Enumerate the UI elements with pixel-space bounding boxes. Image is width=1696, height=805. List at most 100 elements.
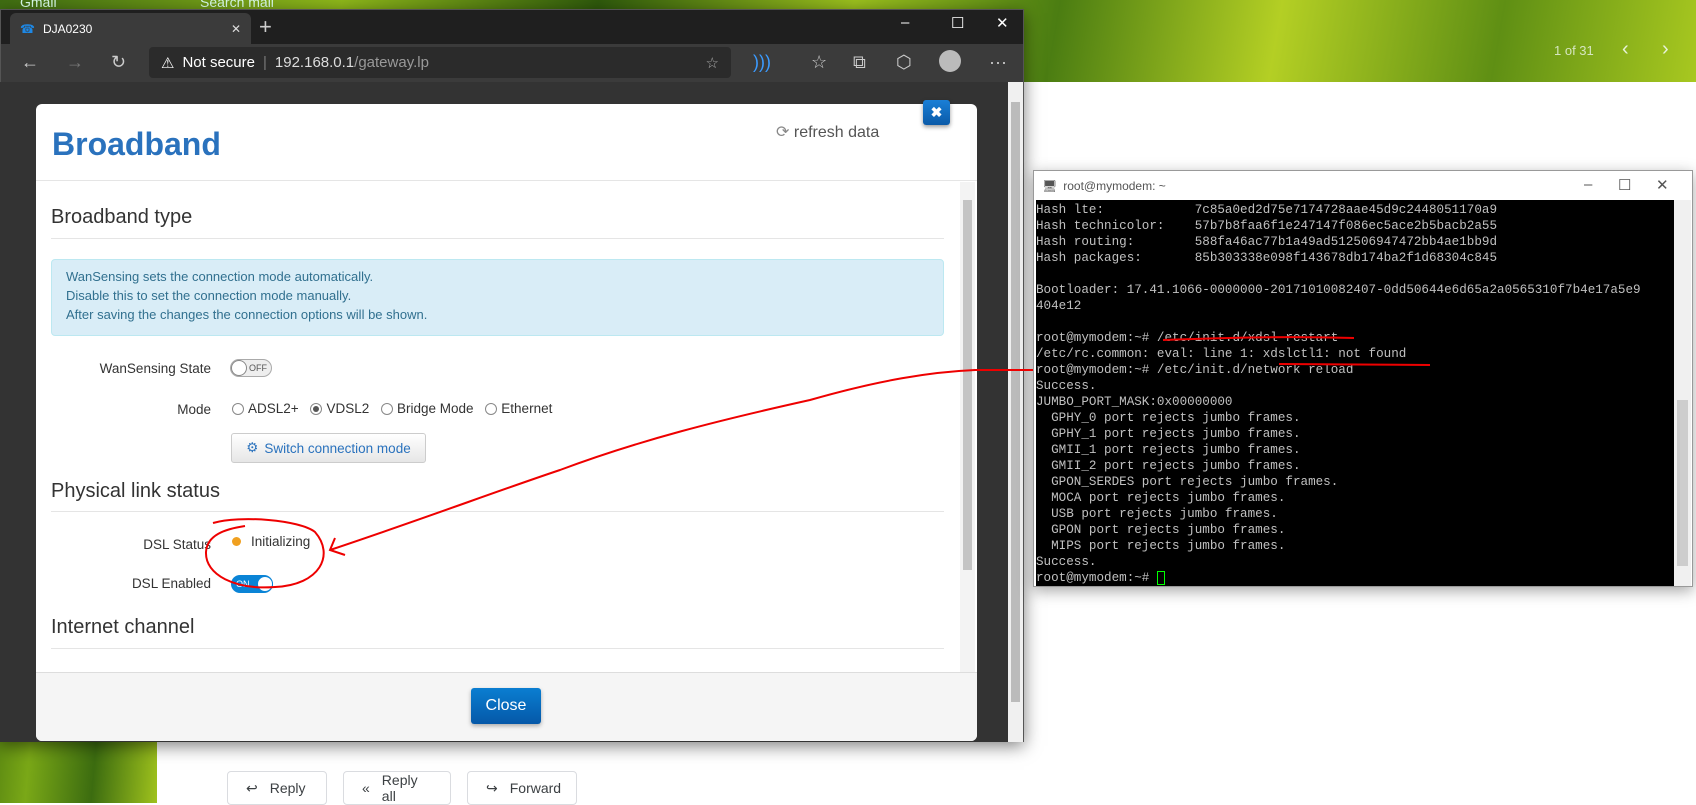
toggle-state: ON — [236, 579, 250, 589]
email-pager: 1 of 31 — [1554, 43, 1594, 58]
mode-label: Mode — [177, 402, 211, 417]
forward-button[interactable]: ↪ Forward — [467, 771, 577, 805]
dsl-enabled-label: DSL Enabled — [131, 576, 211, 591]
next-email-icon[interactable]: › — [1662, 38, 1669, 61]
radio-ethernet[interactable]: Ethernet — [485, 401, 552, 416]
refresh-data-link[interactable]: ⟳ refresh data — [776, 122, 879, 142]
terminal-line: Bootloader: 17.41.1066-0000000-201710100… — [1036, 283, 1641, 297]
toggle-knob — [231, 360, 247, 376]
modal-title: Broadband — [52, 126, 221, 162]
close-tab-icon[interactable]: ✕ — [231, 22, 241, 36]
forward-label: Forward — [509, 780, 562, 796]
modal-scrollbar[interactable] — [960, 182, 975, 672]
favorites-icon[interactable]: ☆ — [811, 52, 827, 73]
refresh-icon: ⟳ — [776, 124, 790, 141]
toggle-state: OFF — [249, 363, 267, 373]
dsl-enabled-toggle[interactable]: ON — [231, 575, 273, 593]
radio-vdsl2[interactable]: VDSL2 — [310, 401, 369, 416]
mode-radio-group: ADSL2+ VDSL2 Bridge Mode Ethernet — [232, 401, 560, 418]
switch-connection-mode-button[interactable]: ⚙ Switch connection mode — [231, 433, 426, 463]
terminal-line: GPON port rejects jumbo frames. — [1036, 523, 1286, 537]
extension-icon[interactable]: ⬡ — [896, 52, 912, 73]
forward-icon: ↪ — [486, 779, 498, 796]
forward-nav-icon[interactable]: → — [66, 52, 84, 73]
section-physical-link: Physical link status — [51, 480, 220, 502]
terminal-line: GPON_SERDES port rejects jumbo frames. — [1036, 475, 1339, 489]
maximize-icon[interactable]: ☐ — [1618, 176, 1631, 194]
terminal-line: USB port rejects jumbo frames. — [1036, 507, 1278, 521]
terminal-cursor — [1156, 570, 1165, 585]
terminal-line: GPHY_1 port rejects jumbo frames. — [1036, 427, 1301, 441]
putty-icon: 🖥 — [1042, 178, 1058, 193]
terminal-line: root@mymodem:~# /etc/init.d/xdsl restart — [1036, 331, 1339, 345]
terminal-line: Hash technicolor: 57b7b8faa6f1e247147f08… — [1036, 219, 1498, 233]
info-line: Disable this to set the connection mode … — [66, 288, 352, 303]
profile-avatar[interactable] — [939, 50, 961, 72]
modal-close-icon[interactable]: ✖ — [923, 100, 950, 125]
new-tab-icon[interactable]: + — [259, 14, 272, 40]
reply-all-icon: « — [362, 780, 370, 796]
toggle-knob — [257, 576, 273, 592]
collections-icon[interactable]: ⧉ — [853, 52, 866, 73]
prev-email-icon[interactable]: ‹ — [1622, 38, 1629, 61]
address-bar[interactable]: ⚠ Not secure | 192.168.0.1/gateway.lp ☆ — [149, 47, 731, 78]
tab-title: DJA0230 — [42, 21, 93, 36]
browser-toolbar: ← → ↻ ⚠ Not secure | 192.168.0.1/gateway… — [1, 44, 1023, 83]
section-divider — [51, 648, 944, 649]
info-alert: WanSensing sets the connection mode auto… — [51, 259, 944, 336]
read-aloud-icon[interactable]: ))) — [753, 52, 771, 73]
terminal-output[interactable]: Hash lte: 7c85a0ed2d75e7174728aae45d9c24… — [1036, 200, 1674, 586]
close-button[interactable]: Close — [471, 688, 541, 724]
terminal-line: root@mymodem:~# /etc/init.d/network relo… — [1036, 363, 1354, 377]
refresh-label: refresh data — [793, 124, 880, 141]
terminal-title: root@mymodem: ~ — [1063, 178, 1166, 193]
terminal-line: Hash lte: 7c85a0ed2d75e7174728aae45d9c24… — [1036, 203, 1498, 217]
address-separator: | — [263, 54, 267, 71]
reply-button[interactable]: ↩ Reply — [227, 771, 327, 805]
tab-bar: ☎ DJA0230 ✕ + – ☐ ✕ — [1, 10, 1023, 44]
more-menu-icon[interactable]: ··· — [989, 52, 1007, 73]
terminal-line: /etc/rc.common: eval: line 1: xdslctl1: … — [1036, 347, 1407, 361]
terminal-window: 🖥 root@mymodem: ~ – ☐ ✕ Hash lte: 7c85a0… — [1033, 170, 1693, 587]
window-close-icon[interactable]: ✕ — [996, 14, 1009, 32]
section-internet-channel: Internet channel — [51, 616, 195, 638]
browser-scrollbar[interactable] — [1008, 82, 1023, 742]
terminal-prompt[interactable]: root@mymodem:~# — [1036, 570, 1674, 586]
modal-footer: Close — [36, 672, 977, 741]
back-icon[interactable]: ← — [21, 52, 39, 73]
reply-label: Reply — [269, 780, 306, 796]
dsl-status-label: DSL Status — [143, 537, 211, 552]
minimize-icon[interactable]: – — [901, 14, 909, 31]
terminal-line: MIPS port rejects jumbo frames. — [1036, 539, 1286, 553]
terminal-line: Success. — [1036, 379, 1097, 393]
terminal-line: Success. — [1036, 555, 1097, 569]
terminal-line: 404e12 — [1036, 299, 1082, 313]
warning-icon: ⚠ — [161, 54, 175, 72]
reply-all-label: Reply all — [381, 772, 418, 804]
terminal-line: GMII_2 port rejects jumbo frames. — [1036, 459, 1301, 473]
gear-icon: ⚙ — [246, 440, 259, 455]
section-divider — [51, 238, 944, 239]
radio-bridge-mode[interactable]: Bridge Mode — [380, 401, 474, 416]
site-favicon-icon: ☎ — [20, 21, 35, 36]
terminal-line: MOCA port rejects jumbo frames. — [1036, 491, 1286, 505]
wansensing-toggle[interactable]: OFF — [230, 359, 272, 377]
terminal-line: GMII_1 port rejects jumbo frames. — [1036, 443, 1301, 457]
terminal-line: JUMBO_PORT_MASK:0x00000000 — [1036, 395, 1233, 409]
minimize-icon[interactable]: – — [1584, 176, 1592, 193]
terminal-titlebar: 🖥 root@mymodem: ~ – ☐ ✕ — [1034, 171, 1692, 200]
security-label[interactable]: Not secure — [182, 54, 255, 71]
terminal-line: GPHY_0 port rejects jumbo frames. — [1036, 411, 1301, 425]
reload-icon[interactable]: ↻ — [111, 52, 126, 73]
window-close-icon[interactable]: ✕ — [1656, 176, 1669, 194]
radio-adsl2plus[interactable]: ADSL2+ — [232, 401, 299, 416]
broadband-modal: Broadband ⟳ refresh data Broadband type … — [36, 104, 977, 741]
add-favorite-icon[interactable]: ☆ — [706, 54, 719, 72]
browser-tab[interactable]: ☎ DJA0230 ✕ — [10, 13, 251, 44]
reply-all-button[interactable]: « Reply all — [343, 771, 451, 805]
switch-button-label: Switch connection mode — [264, 440, 411, 456]
maximize-icon[interactable]: ☐ — [951, 14, 964, 32]
terminal-scrollbar[interactable] — [1674, 200, 1691, 586]
